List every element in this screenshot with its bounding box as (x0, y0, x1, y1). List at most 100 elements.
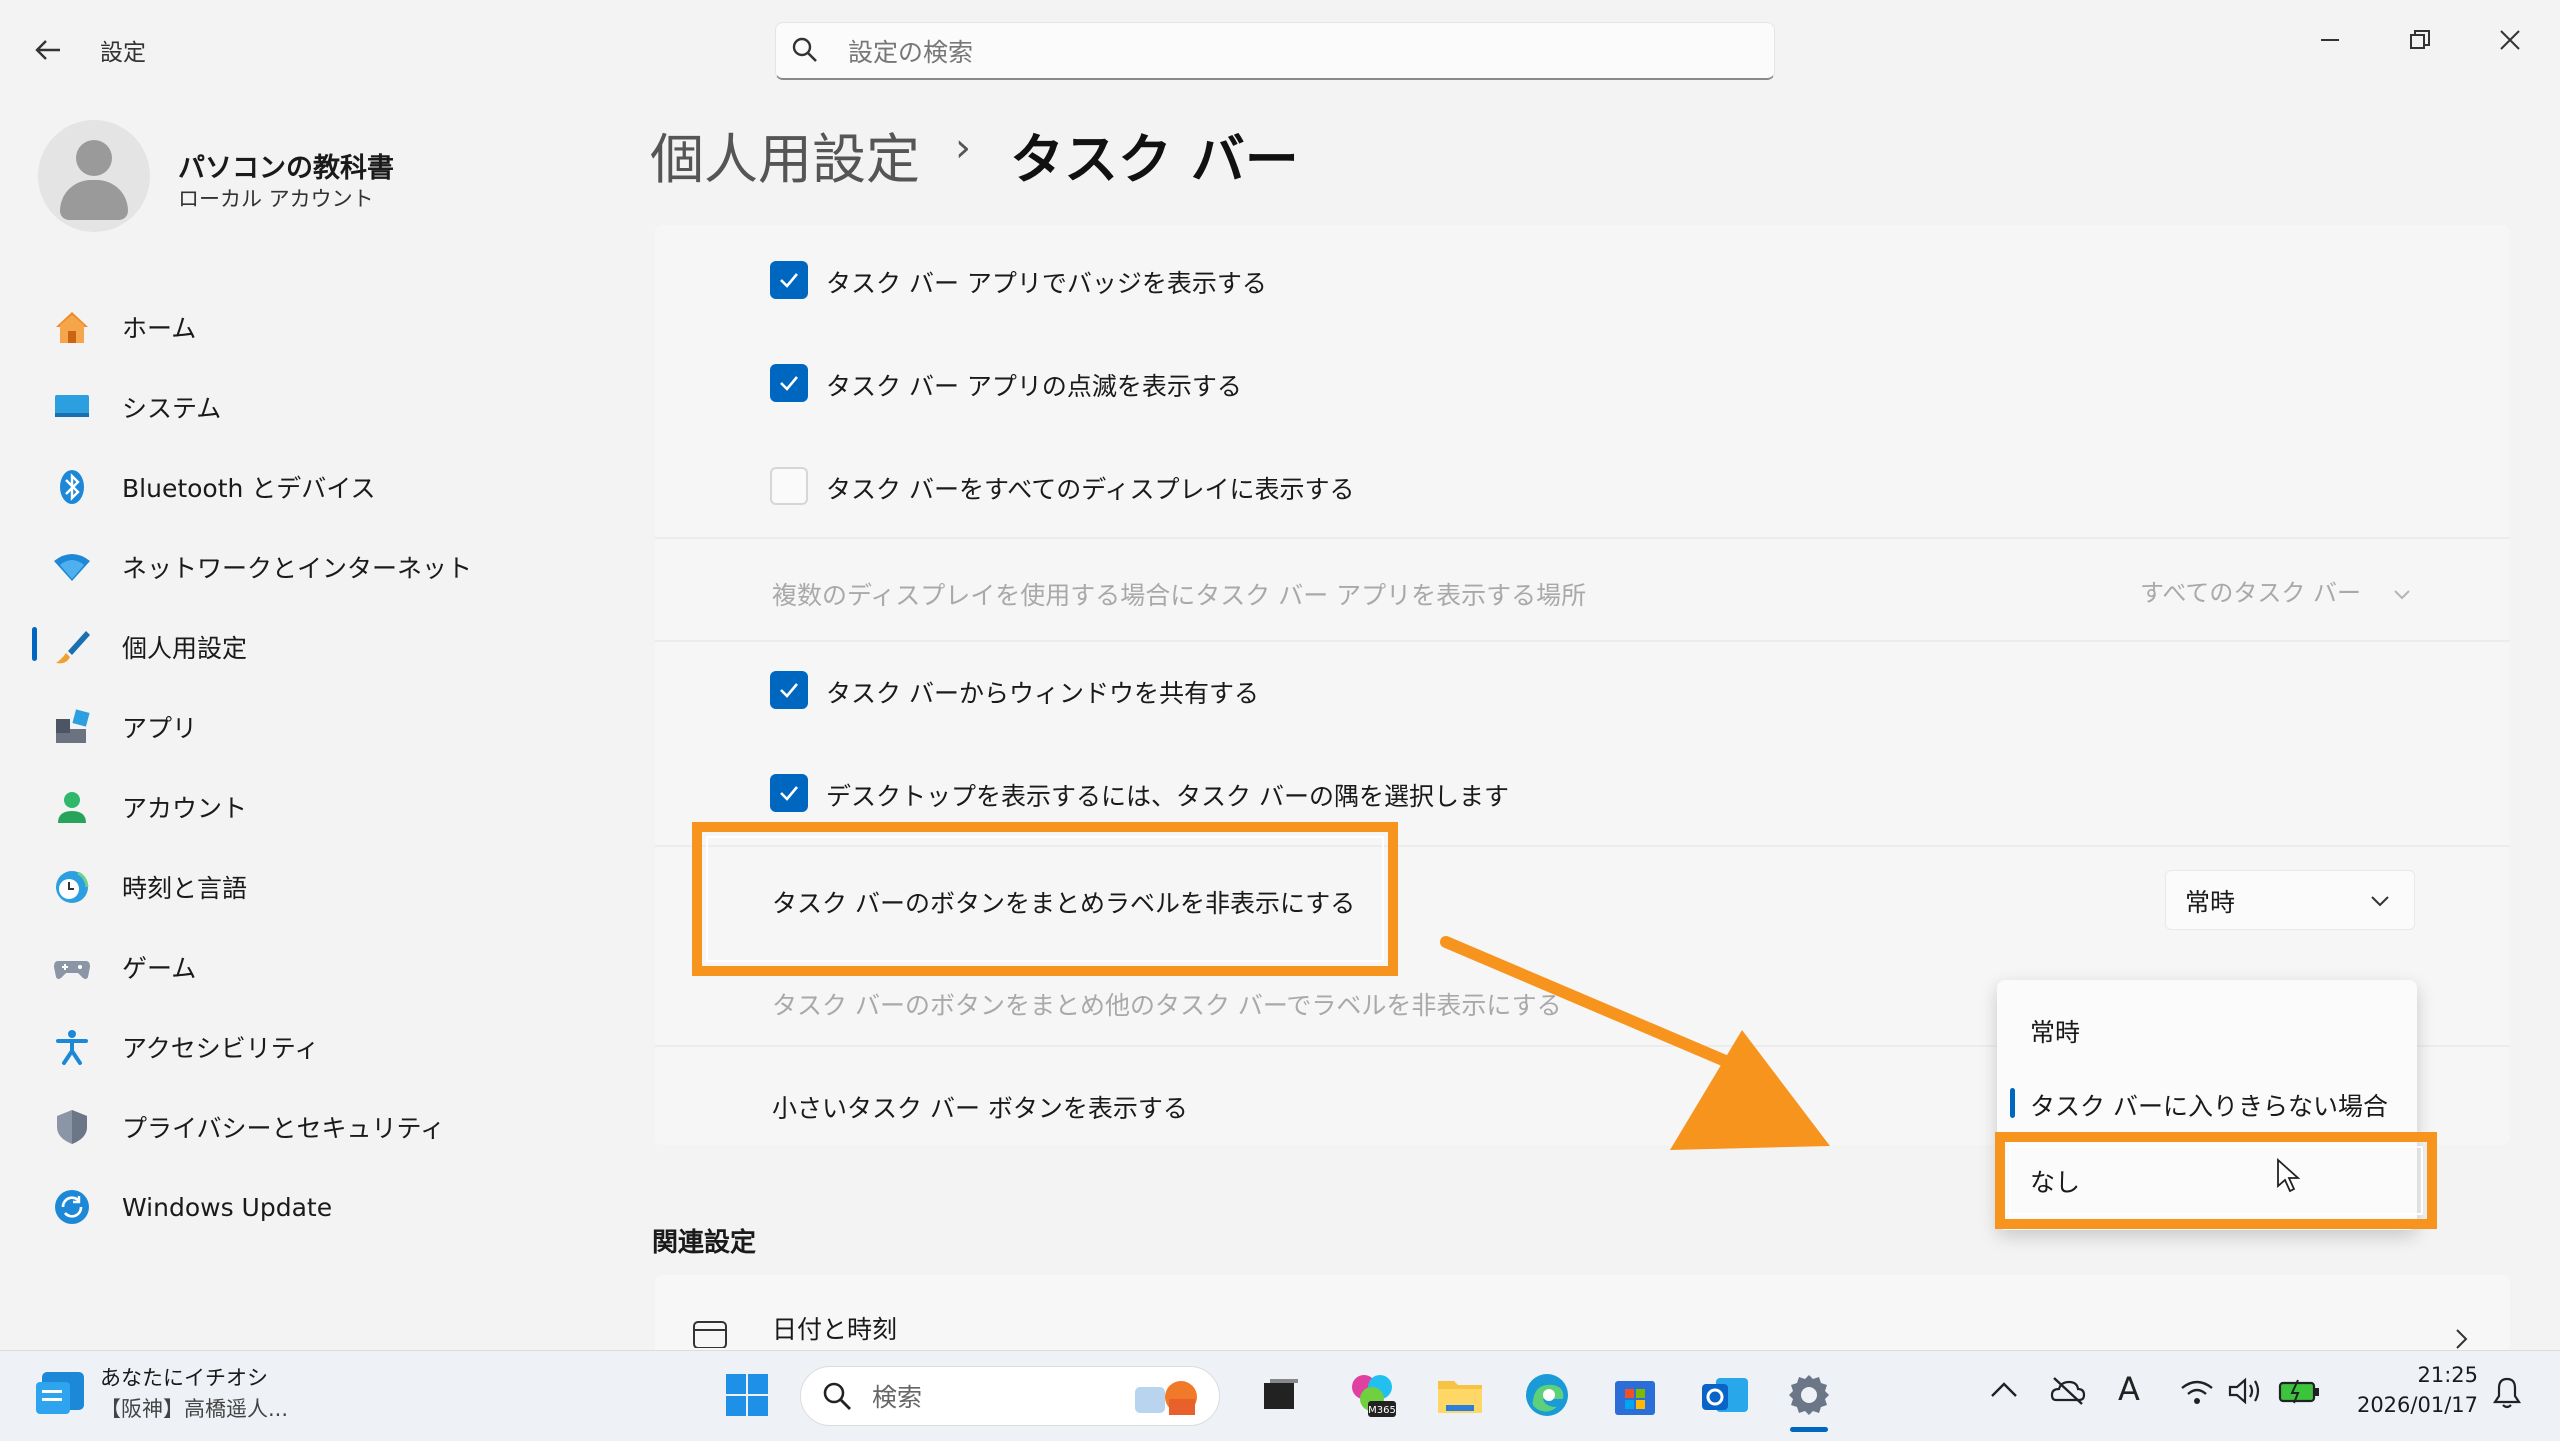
dropdown-value: 常時 (2185, 888, 2236, 917)
dropdown-option-always[interactable]: 常時 (2030, 1013, 2080, 1049)
sidebar-item-accessibility[interactable]: アクセシビリティ (30, 1016, 630, 1078)
sidebar-item-label: 個人用設定 (122, 634, 248, 663)
multi-display-location-dropdown[interactable]: すべてのタスク バー (2140, 573, 2411, 608)
bluetooth-icon (50, 465, 94, 509)
news-widget-subtitle[interactable]: 【阪神】高橋遥人... (100, 1393, 288, 1423)
sidebar-item-label: アクセシビリティ (122, 1034, 320, 1063)
sidebar-item-label: システム (122, 394, 222, 423)
sidebar-item-apps[interactable]: アプリ (30, 696, 630, 758)
sidebar-item-privacy[interactable]: プライバシーとセキュリティ (30, 1096, 630, 1158)
highlight-option-never (1995, 1132, 2437, 1229)
show-hidden-icons-button[interactable] (1990, 1380, 2018, 1404)
task-view-button[interactable] (1253, 1368, 1307, 1422)
related-settings-heading: 関連設定 (652, 1228, 757, 1258)
dropdown-option-when-full[interactable]: タスク バーに入りきらない場合 (2030, 1087, 2388, 1123)
sidebar-item-home[interactable]: ホーム (30, 296, 630, 358)
page-title: タスク バー (1010, 128, 1299, 191)
back-arrow-icon (35, 40, 60, 60)
close-button[interactable] (2480, 18, 2540, 62)
dropdown-value: すべてのタスク バー (2140, 579, 2361, 607)
avatar-head (76, 140, 112, 176)
multi-display-location-label: 複数のディスプレイを使用する場合にタスク バー アプリを表示する場所 (772, 581, 1587, 610)
account-icon (50, 785, 94, 829)
onedrive-offline-icon[interactable] (2050, 1376, 2086, 1410)
show-flashing-checkbox[interactable] (770, 364, 808, 402)
m365-copilot-icon: M365 (1352, 1375, 1396, 1417)
volume-icon[interactable] (2228, 1376, 2264, 1410)
home-icon (50, 305, 94, 349)
sidebar-item-accounts[interactable]: アカウント (30, 776, 630, 838)
sidebar-item-time-language[interactable]: 時刻と言語 (30, 856, 630, 918)
outlook-icon (1702, 1378, 1748, 1412)
restore-icon (2410, 30, 2430, 49)
sidebar-item-system[interactable]: システム (30, 376, 630, 438)
notification-center-icon[interactable] (2490, 1376, 2524, 1414)
copilot-m365-button[interactable]: M365 (1345, 1368, 1399, 1422)
breadcrumb-parent[interactable]: 個人用設定 (650, 115, 920, 194)
svg-text:M365: M365 (1368, 1405, 1396, 1416)
chevron-up-icon (1991, 1382, 2017, 1397)
accessibility-icon (50, 1025, 94, 1069)
annotation-arrow-icon (1440, 936, 1830, 1150)
windows-logo-icon (726, 1374, 768, 1416)
outlook-button[interactable] (1698, 1368, 1752, 1422)
far-corner-desktop-label: デスクトップを表示するには、タスク バーの隅を選択します (826, 782, 1509, 811)
sidebar-item-label: アカウント (122, 794, 248, 823)
chevron-down-icon (2371, 896, 2389, 907)
wifi-icon (50, 545, 94, 589)
taskbar-search-box[interactable] (800, 1366, 1220, 1426)
battery-charging-icon[interactable] (2278, 1378, 2320, 1408)
start-button[interactable] (720, 1368, 774, 1422)
checkmark-icon (780, 786, 798, 801)
checkmark-icon (780, 273, 798, 288)
sidebar-item-label: アプリ (122, 714, 198, 743)
settings-app-button[interactable] (1782, 1368, 1836, 1422)
sidebar-item-network[interactable]: ネットワークとインターネット (30, 536, 630, 598)
gear-icon (1789, 1375, 1829, 1415)
minimize-button[interactable] (2300, 18, 2360, 62)
share-window-checkbox[interactable] (770, 671, 808, 709)
search-icon (792, 37, 817, 62)
edge-browser-button[interactable] (1520, 1368, 1574, 1422)
sidebar-item-label: 時刻と言語 (122, 874, 248, 903)
calendar-icon (692, 1318, 728, 1352)
file-explorer-button[interactable] (1433, 1368, 1487, 1422)
search-input[interactable] (846, 31, 1730, 73)
show-all-displays-checkbox[interactable] (770, 467, 808, 505)
clock-time[interactable]: 21:25 (2408, 1363, 2478, 1387)
taskbar-search-label: 検索 (872, 1383, 923, 1412)
shield-icon (50, 1105, 94, 1149)
checkmark-icon (780, 683, 798, 698)
close-icon (2500, 30, 2520, 50)
system-icon (50, 385, 94, 429)
sidebar-item-gaming[interactable]: ゲーム (30, 936, 630, 998)
sidebar-item-bluetooth[interactable]: Bluetooth とデバイス (30, 456, 630, 518)
app-title: 設定 (100, 40, 146, 66)
avatar[interactable] (38, 120, 150, 232)
edge-icon (1526, 1374, 1568, 1416)
far-corner-desktop-checkbox[interactable] (770, 774, 808, 812)
clock-date[interactable]: 2026/01/17 (2345, 1393, 2478, 1417)
active-app-indicator (1790, 1427, 1828, 1432)
news-widget-title[interactable]: あなたにイチオシ (100, 1362, 268, 1392)
restore-button[interactable] (2390, 18, 2450, 62)
wifi-status-icon[interactable] (2180, 1378, 2214, 1410)
settings-search-box[interactable] (775, 22, 1775, 80)
show-all-displays-label: タスク バーをすべてのディスプレイに表示する (826, 475, 1355, 504)
selected-option-indicator (2010, 1088, 2015, 1118)
news-widget-icon[interactable] (34, 1368, 88, 1422)
search-highlight-icon (1135, 1381, 1197, 1415)
show-badges-checkbox[interactable] (770, 261, 808, 299)
store-icon (1615, 1381, 1655, 1415)
sidebar-item-windows-update[interactable]: Windows Update (30, 1176, 630, 1238)
related-date-time-row[interactable] (655, 1275, 2510, 1355)
show-badges-label: タスク バー アプリでバッジを表示する (826, 269, 1267, 298)
sidebar-item-personalization[interactable]: 個人用設定 (30, 616, 630, 678)
row-divider (655, 537, 2510, 539)
microsoft-store-button[interactable] (1608, 1368, 1662, 1422)
back-button[interactable] (22, 28, 74, 72)
sidebar-item-label: ネットワークとインターネット (122, 554, 473, 583)
sidebar-item-label: Bluetooth とデバイス (122, 474, 376, 503)
avatar-body (60, 180, 128, 220)
ime-mode-indicator[interactable]: A (2118, 1370, 2140, 1408)
